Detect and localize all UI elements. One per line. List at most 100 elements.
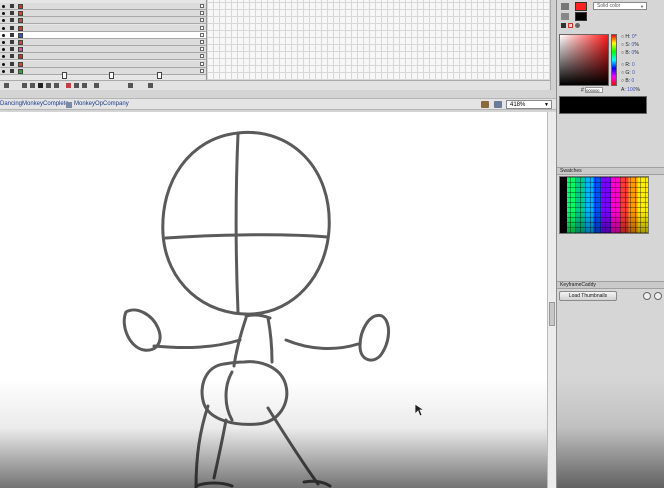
swatches-panel-title[interactable]: Swatches [557, 167, 664, 175]
new-layer-icon[interactable] [4, 83, 9, 88]
right-leg [266, 406, 320, 486]
go-to-last-frame-icon[interactable] [54, 83, 59, 88]
outline-color-icon[interactable] [18, 18, 23, 24]
color-spectrum-picker[interactable] [559, 34, 609, 86]
lock-icon[interactable] [10, 4, 14, 8]
brightness-unit: % [634, 50, 639, 56]
green-value[interactable]: 0 [632, 70, 635, 76]
lock-icon[interactable] [10, 68, 14, 73]
edit-scene-icon[interactable] [481, 101, 489, 108]
lock-icon[interactable] [10, 11, 14, 16]
panel-shadow [557, 378, 664, 488]
eye-icon[interactable] [2, 33, 5, 37]
swatch-grid[interactable] [559, 176, 649, 234]
zoom-in-icon[interactable] [654, 292, 662, 300]
breadcrumb-symbol[interactable]: MonkeyOpCompany [74, 101, 129, 107]
lock-icon[interactable] [10, 32, 14, 37]
load-thumbnails-button[interactable]: Load Thumbnails [559, 291, 617, 301]
eye-icon[interactable] [2, 62, 5, 66]
lock-icon[interactable] [10, 40, 14, 44]
timeline-controls [0, 80, 550, 90]
layer-row[interactable] [0, 60, 206, 68]
lock-icon[interactable] [10, 54, 14, 59]
loop-icon[interactable] [66, 83, 71, 88]
saturation-row: ○ S: 0% [621, 42, 639, 48]
layer-frame-icon [200, 68, 204, 73]
keyframe-marker[interactable] [62, 72, 67, 79]
frame-grid[interactable] [206, 0, 550, 80]
layer-row[interactable] [0, 46, 206, 54]
outline-color-icon[interactable] [18, 25, 23, 31]
eye-icon[interactable] [2, 19, 5, 23]
eye-icon[interactable] [2, 26, 5, 30]
layer-row[interactable] [0, 24, 206, 32]
lock-icon[interactable] [10, 18, 14, 23]
alpha-label: A: [621, 87, 626, 93]
eye-icon[interactable] [2, 5, 5, 8]
no-color-icon[interactable] [568, 23, 573, 28]
outline-color-icon[interactable] [18, 61, 23, 67]
layer-row[interactable] [0, 67, 206, 75]
fill-bucket-icon[interactable] [561, 13, 569, 20]
black-white-icon[interactable] [561, 23, 566, 28]
layer-row[interactable] [0, 39, 206, 46]
play-icon[interactable] [38, 83, 43, 88]
stroke-color-swatch[interactable] [575, 2, 587, 11]
blue-label: B: [625, 78, 631, 84]
stroke-pencil-icon[interactable] [561, 3, 569, 10]
mouse-cursor-icon [414, 403, 426, 417]
keyframe-caddy-panel-title[interactable]: KeyframeCaddy [557, 281, 664, 289]
layer-row[interactable] [0, 10, 206, 18]
lock-icon[interactable] [10, 47, 14, 52]
frame-counter-icon [128, 83, 133, 88]
right-arm [284, 338, 360, 351]
layer-row[interactable] [0, 53, 206, 61]
onion-outline-icon[interactable] [82, 83, 87, 88]
zoom-select[interactable]: 418% ▼ [506, 100, 552, 109]
keyframe-marker[interactable] [109, 72, 114, 79]
go-to-first-frame-icon[interactable] [22, 83, 27, 88]
lock-icon[interactable] [10, 25, 14, 30]
edit-symbol-icon[interactable] [494, 101, 502, 108]
blue-row: ○ B: 0 [621, 78, 635, 84]
blue-value[interactable]: 0 [632, 78, 635, 84]
eye-icon[interactable] [2, 55, 5, 59]
red-value[interactable]: 0 [632, 62, 635, 68]
outline-color-icon[interactable] [18, 54, 23, 60]
layer-row[interactable] [0, 3, 206, 10]
fill-type-select[interactable]: Solid color ▼ [593, 2, 647, 10]
eye-icon[interactable] [2, 69, 5, 73]
lock-icon[interactable] [10, 61, 14, 66]
edit-multiple-frames-icon[interactable] [94, 83, 99, 88]
hue-slider[interactable] [611, 34, 617, 86]
layer-row[interactable] [0, 31, 206, 39]
breadcrumb-scene[interactable]: DancingMonkeyComplete [0, 101, 69, 107]
hex-input[interactable]: 000000 [585, 87, 604, 93]
outline-color-icon[interactable] [18, 4, 23, 9]
chevron-down-icon: ▼ [544, 102, 549, 108]
outline-color-icon[interactable] [18, 40, 23, 45]
shoulder-line [244, 313, 272, 320]
eye-icon[interactable] [2, 41, 5, 44]
outline-color-icon[interactable] [18, 47, 23, 53]
layer-row[interactable] [0, 17, 206, 25]
hue-label: H: [625, 34, 631, 40]
alpha-unit: % [635, 87, 640, 93]
eye-icon[interactable] [2, 12, 5, 16]
eye-icon[interactable] [2, 48, 5, 52]
swap-colors-icon[interactable] [575, 23, 580, 28]
onion-skin-icon[interactable] [74, 83, 79, 88]
stage-vertical-scrollbar[interactable] [547, 112, 556, 488]
keyframe-marker[interactable] [157, 72, 162, 79]
scroll-thumb[interactable] [549, 302, 555, 326]
left-arm [152, 338, 242, 350]
outline-color-icon[interactable] [18, 32, 23, 38]
fill-color-swatch[interactable] [575, 12, 587, 21]
step-forward-icon[interactable] [46, 83, 51, 88]
stage-canvas[interactable] [0, 112, 550, 488]
step-back-icon[interactable] [30, 83, 35, 88]
zoom-out-icon[interactable] [643, 292, 651, 300]
outline-color-icon[interactable] [18, 68, 23, 74]
outline-color-icon[interactable] [18, 11, 23, 17]
layer-frame-icon [200, 40, 204, 44]
